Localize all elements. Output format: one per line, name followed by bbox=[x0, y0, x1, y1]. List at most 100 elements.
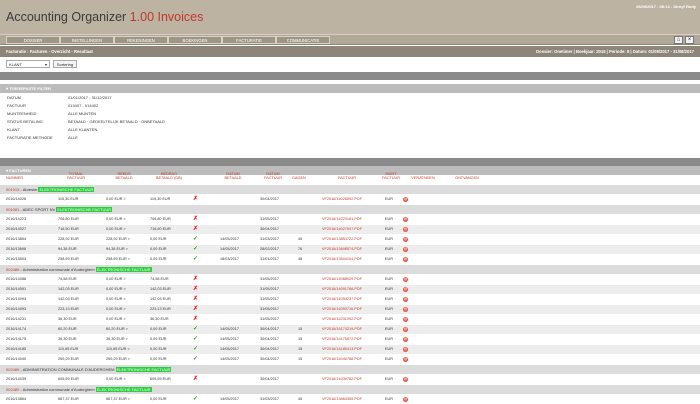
currency: EUR bbox=[385, 287, 394, 291]
send-icon[interactable]: @ bbox=[403, 237, 408, 242]
invoice-pdf-link[interactable]: VF2016/14185413.PDF bbox=[322, 345, 362, 354]
send-icon[interactable]: @ bbox=[403, 357, 408, 362]
customer-code[interactable]: 002489 bbox=[6, 367, 19, 372]
send-icon[interactable]: @ bbox=[403, 257, 408, 262]
sort-select[interactable]: KLANT ▾ bbox=[6, 60, 50, 68]
invoice-pdf-link[interactable]: VF2016/14027007.PDF bbox=[322, 225, 362, 234]
send-icon[interactable]: @ bbox=[403, 377, 408, 382]
invoice-pdf-link[interactable]: VF2016/14088929.PDF bbox=[322, 275, 362, 284]
invoice-pdf-link[interactable]: VF2016/14026592.PDF bbox=[322, 195, 362, 204]
invoice-total: 142,03 EUR bbox=[58, 287, 79, 291]
customer-name: - ADMINISTRATION COMMUNALE D'AUDERGHEM bbox=[19, 367, 116, 372]
invoice-pdf-link[interactable]: VF2016/14175872.PDF bbox=[322, 335, 362, 344]
invoice-pdf-link[interactable]: VF2016/14174219.PDF bbox=[322, 325, 362, 334]
table-row: 2016/14174 60,20 EUR 60,20 EUR > 0,00 EUR ✓ 1… bbox=[0, 325, 700, 334]
days: 15 bbox=[298, 327, 303, 331]
divider bbox=[0, 72, 700, 80]
invoice-number: 2016/14088 bbox=[6, 277, 27, 281]
amount-paid: 0,00 EUR > bbox=[106, 277, 126, 281]
breadcrumb-path: Facturatie : Facturen - Overzicht - Resu… bbox=[6, 49, 93, 54]
send-icon[interactable]: @ bbox=[403, 297, 408, 302]
invoice-pdf-link[interactable]: VF2016/14231092.PDF bbox=[322, 315, 362, 324]
send-icon[interactable]: @ bbox=[403, 327, 408, 332]
cross-icon: ✗ bbox=[193, 306, 199, 312]
currency: EUR bbox=[385, 307, 394, 311]
invoice-pdf-link[interactable]: VF2016/13504104.PDF bbox=[322, 255, 362, 264]
invoice-pdf-link[interactable]: VF2016/14091766.PDF bbox=[322, 285, 362, 294]
customer-group-row: 001913 - Abresim ELEKTRONISCHE FACTUUR bbox=[0, 185, 700, 194]
sort-button[interactable]: Sortering bbox=[53, 60, 77, 68]
currency: EUR bbox=[385, 317, 394, 321]
customer-code[interactable]: 002489 bbox=[6, 387, 19, 392]
send-icon[interactable]: @ bbox=[403, 217, 408, 222]
customer-code[interactable]: 001081 bbox=[6, 207, 19, 212]
nav-instellingen[interactable]: INSTELLINGEN bbox=[60, 36, 114, 44]
nav-dossier[interactable]: DOSSIER bbox=[6, 36, 60, 44]
send-icon[interactable]: @ bbox=[403, 227, 408, 232]
invoices-title-text: FACTUREN bbox=[9, 168, 31, 173]
customer-name: - Administration communale d'Auderghem bbox=[19, 267, 96, 272]
invoice-pdf-link[interactable]: VF2016/14094237.PDF bbox=[322, 295, 362, 304]
filter-label: FACTUUR bbox=[7, 103, 26, 108]
date-paid: 14/05/2017 bbox=[220, 347, 240, 351]
table-row: 2016/14040 259,29 EUR 259,29 EUR > 0,00 EUR… bbox=[0, 355, 700, 364]
dossier-info: Dossier: Onetimer | Boekjaar: 2016 | Per… bbox=[536, 49, 694, 54]
nav-rekeningen[interactable]: REKENINGEN bbox=[114, 36, 168, 44]
send-icon[interactable]: @ bbox=[403, 287, 408, 292]
invoice-pdf-link[interactable]: VF2016/14040768.PDF bbox=[322, 355, 362, 364]
customer-label: 002486 - Administration communale d'Aude… bbox=[6, 265, 152, 274]
send-icon[interactable]: @ bbox=[403, 337, 408, 342]
currency: EUR bbox=[385, 327, 394, 331]
nav-boekingen[interactable]: BOEKINGEN bbox=[168, 36, 222, 44]
date-invoice: 31/05/2017 bbox=[260, 277, 280, 281]
send-icon[interactable]: @ bbox=[403, 307, 408, 312]
amount-db: 142,03 EUR bbox=[150, 297, 171, 301]
invoice-number: 2016/14040 bbox=[6, 357, 27, 361]
customer-name: - Administration communale d'Auderghem bbox=[19, 387, 96, 392]
column-header: BEDRAG BETAALD (DB) bbox=[156, 172, 182, 181]
invoice-pdf-link[interactable]: VF2016/14093716.PDF bbox=[322, 305, 362, 314]
send-icon[interactable]: @ bbox=[403, 247, 408, 252]
send-icon[interactable]: @ bbox=[403, 277, 408, 282]
table-row: 2016/14094 142,03 EUR 0,00 EUR > 142,03 EUR… bbox=[0, 295, 700, 304]
home-icon[interactable]: ⌂ bbox=[674, 36, 683, 44]
days: 15 bbox=[298, 347, 303, 351]
nav-communicatie[interactable]: COMMUNICATIE bbox=[276, 36, 330, 44]
close-icon[interactable]: × bbox=[685, 36, 694, 44]
invoice-pdf-link[interactable]: VF2016/13854722.PDF bbox=[322, 235, 362, 244]
filter-value: BETAALD · GEDEELTELIJK BETAALD · ONBETAA… bbox=[68, 119, 166, 124]
date-invoice: 31/01/2017 bbox=[260, 257, 280, 261]
table-row: 2016/14185 110,65 EUR 110,65 EUR > 0,00 EUR… bbox=[0, 345, 700, 354]
send-icon[interactable]: @ bbox=[403, 347, 408, 352]
divider bbox=[0, 158, 700, 166]
amount-paid: 0,00 EUR > bbox=[106, 197, 126, 201]
date-invoice: 28/02/2017 bbox=[260, 247, 280, 251]
invoice-pdf-link[interactable]: VF2016/13698574.PDF bbox=[322, 245, 362, 254]
date-invoice: 31/05/2017 bbox=[260, 317, 280, 321]
customer-group-row: 001081 - ADEC SPORT NV ELEKTRONISCHE FAC… bbox=[0, 205, 700, 214]
customer-code[interactable]: 002486 bbox=[6, 267, 19, 272]
amount-db: 0,00 EUR bbox=[150, 327, 167, 331]
invoice-total: 228,92 EUR bbox=[58, 237, 79, 241]
amount-paid: 0,00 EUR > bbox=[106, 317, 126, 321]
currency: EUR bbox=[385, 377, 394, 381]
table-row: 2016/14027 716,50 EUR 0,00 EUR > 716,50 EUR… bbox=[0, 225, 700, 234]
invoice-pdf-link[interactable]: VF2016/14223181.PDF bbox=[322, 215, 362, 224]
check-icon: ✓ bbox=[193, 236, 199, 242]
nav-facturatie[interactable]: FACTURATIE bbox=[222, 36, 276, 44]
e-invoice-badge: ELEKTRONISCHE FACTUUR bbox=[95, 387, 152, 392]
cross-icon: ✗ bbox=[193, 216, 199, 222]
invoice-pdf-link[interactable]: VF2016/14039782.PDF bbox=[322, 375, 362, 384]
filter-value: 01/01/2017 - 31/12/2017 bbox=[68, 95, 112, 100]
invoice-number: 2016/14223 bbox=[6, 217, 27, 221]
date-paid: 14/05/2017 bbox=[220, 337, 240, 341]
filter-label: DATUM bbox=[7, 95, 21, 100]
send-icon[interactable]: @ bbox=[403, 317, 408, 322]
user-session-info: 26/09/2017 - 08:14 - Stroyf Rudy bbox=[635, 4, 696, 9]
amount-paid: 258,59 EUR > bbox=[106, 257, 130, 261]
invoice-number: 2016/13854 bbox=[6, 237, 27, 241]
customer-code[interactable]: 001913 bbox=[6, 187, 19, 192]
send-icon[interactable]: @ bbox=[403, 197, 408, 202]
filter-label: STATUS BETALING bbox=[7, 119, 43, 124]
column-header: ONTVANGEN bbox=[455, 176, 479, 180]
